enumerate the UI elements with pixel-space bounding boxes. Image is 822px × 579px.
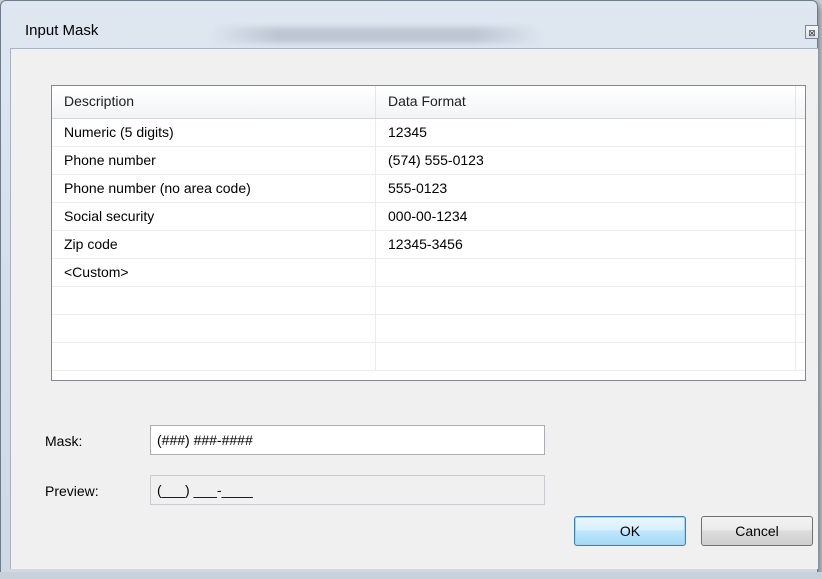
row-data-format: (574) 555-0123 <box>376 147 796 174</box>
row-data-format: 000-00-1234 <box>376 203 796 230</box>
row-data-format: 12345-3456 <box>376 231 796 258</box>
cancel-button[interactable]: Cancel <box>701 516 813 546</box>
mask-label: Mask: <box>45 433 83 449</box>
column-header-data-format[interactable]: Data Format <box>376 86 796 118</box>
mask-list-grid: Description Data Format Numeric (5 digit… <box>51 85 806 381</box>
row-description: Phone number <box>52 147 376 174</box>
row-description: Social security <box>52 203 376 230</box>
row-data-format <box>376 343 796 370</box>
blurred-background-title <box>211 27 541 43</box>
preview-label: Preview: <box>45 483 99 499</box>
window-bottom-edge <box>0 572 822 579</box>
title-bar[interactable]: Input Mask ⊠ <box>1 1 819 43</box>
row-description <box>52 343 376 370</box>
row-description: Numeric (5 digits) <box>52 119 376 146</box>
row-data-format: 12345 <box>376 119 796 146</box>
preview-field: (___) ___-____ <box>150 475 545 505</box>
table-row[interactable]: Phone number (574) 555-0123 <box>52 147 805 175</box>
row-data-format <box>376 287 796 314</box>
mask-input[interactable] <box>150 425 545 455</box>
row-description: Zip code <box>52 231 376 258</box>
table-row[interactable] <box>52 315 805 343</box>
row-description: <Custom> <box>52 259 376 286</box>
row-description <box>52 287 376 314</box>
column-header-description[interactable]: Description <box>52 86 376 118</box>
table-row[interactable] <box>52 287 805 315</box>
row-description <box>52 315 376 342</box>
table-row[interactable]: Zip code 12345-3456 <box>52 231 805 259</box>
row-data-format <box>376 315 796 342</box>
input-mask-dialog: Input Mask ⊠ Description Data Format Num… <box>0 0 819 574</box>
dialog-title: Input Mask <box>25 22 99 39</box>
row-data-format <box>376 259 796 286</box>
table-row[interactable]: <Custom> <box>52 259 805 287</box>
table-row[interactable]: Social security 000-00-1234 <box>52 203 805 231</box>
row-data-format: 555-0123 <box>376 175 796 202</box>
table-row[interactable]: Numeric (5 digits) 12345 <box>52 119 805 147</box>
table-row[interactable] <box>52 343 805 371</box>
dialog-client-area: Description Data Format Numeric (5 digit… <box>10 48 818 569</box>
ok-button[interactable]: OK <box>574 516 686 546</box>
close-icon[interactable]: ⊠ <box>805 25 819 39</box>
row-description: Phone number (no area code) <box>52 175 376 202</box>
grid-header: Description Data Format <box>52 86 805 119</box>
table-row[interactable]: Phone number (no area code) 555-0123 <box>52 175 805 203</box>
